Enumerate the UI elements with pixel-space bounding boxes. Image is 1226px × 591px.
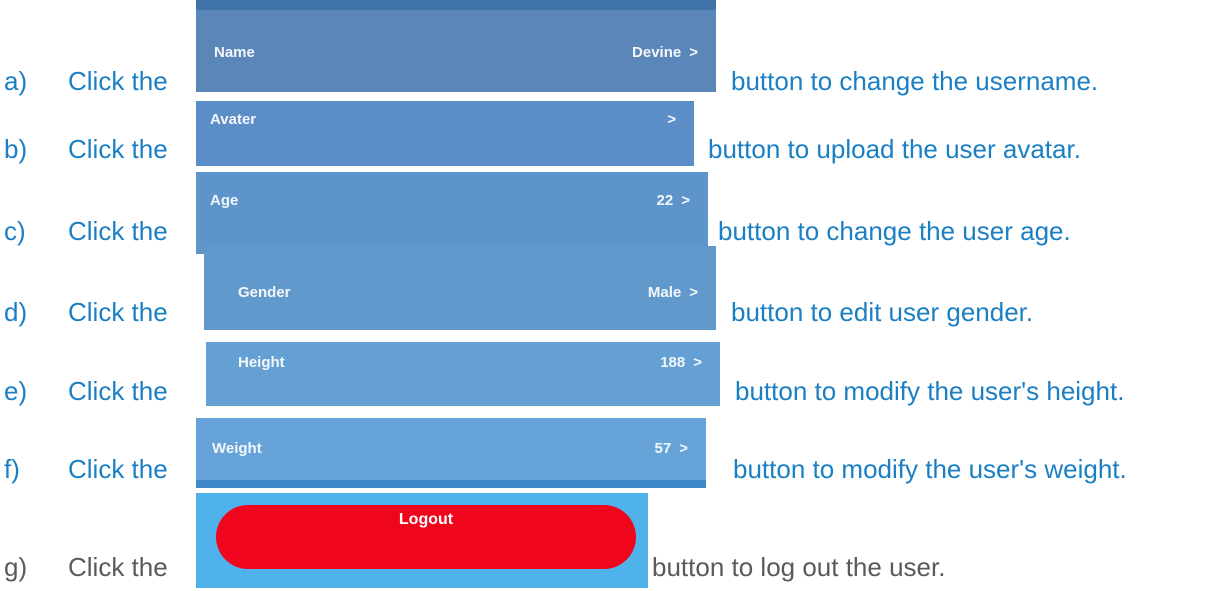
age-value: 22 [656,192,674,209]
instruction-suffix: button to modify the user's weight. [733,454,1127,484]
logout-button[interactable]: Logout [216,505,636,569]
instruction-prefix: Click the [68,297,168,327]
gender-label: Gender [238,284,291,301]
list-marker: f) [4,454,20,484]
chevron-right-icon: > [681,192,690,209]
instruction-suffix: button to change the username. [731,66,1099,96]
instruction-suffix: button to edit user gender. [731,297,1034,327]
avatar-row-button[interactable]: Avater > [196,101,694,166]
chevron-right-icon: > [667,111,676,128]
name-value: Devine [632,44,682,61]
weight-label: Weight [212,440,262,457]
instruction-prefix: Click the [68,66,168,96]
name-row-button[interactable]: Name Devine > [196,0,716,96]
list-marker: d) [4,297,28,327]
avatar-label: Avater [210,111,257,128]
logout-label: Logout [398,511,454,528]
instruction-suffix: button to change the user age. [718,216,1071,246]
name-label: Name [214,44,255,61]
age-label: Age [210,192,239,209]
list-marker: c) [4,216,26,246]
instruction-prefix: Click the [68,216,168,246]
logout-screenshot: Logout [196,493,648,588]
list-marker: g) [4,552,28,582]
chevron-right-icon: > [693,354,702,371]
chevron-right-icon: > [679,440,688,457]
chevron-right-icon: > [689,284,698,301]
instruction-suffix: button to modify the user's height. [735,376,1125,406]
gender-row-button[interactable]: Gender Male > [204,246,716,330]
list-marker: a) [4,66,28,96]
height-row-button[interactable]: Height 188 > [206,342,720,406]
instruction-prefix: Click the [68,552,168,582]
list-marker: e) [4,376,28,406]
instruction-prefix: Click the [68,454,168,484]
weight-row-button[interactable]: Weight 57 > [196,418,706,488]
instruction-suffix: button to upload the user avatar. [708,134,1081,164]
instruction-prefix: Click the [68,134,168,164]
gender-value: Male [647,284,682,301]
age-row-button[interactable]: Age 22 > [196,172,708,254]
height-label: Height [238,354,285,371]
weight-value: 57 [654,440,672,457]
chevron-right-icon: > [689,44,698,61]
instruction-suffix: button to log out the user. [652,552,946,582]
instruction-prefix: Click the [68,376,168,406]
height-value: 188 [660,354,686,371]
list-marker: b) [4,134,28,164]
